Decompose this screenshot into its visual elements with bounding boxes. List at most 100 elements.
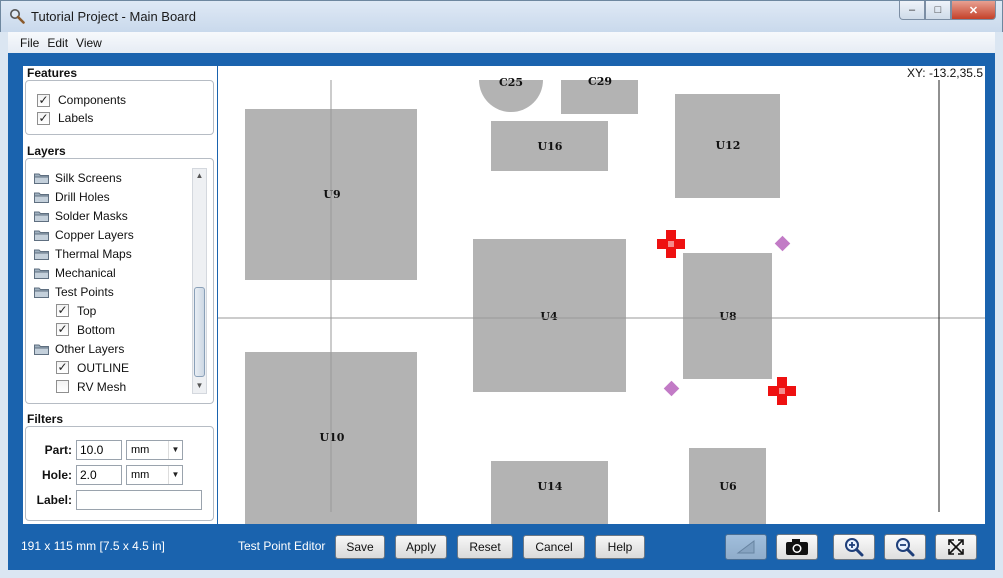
label-filter-row: Label: (26, 490, 202, 510)
layer-label: RV Mesh (77, 379, 127, 394)
layer-label: Other Layers (55, 341, 125, 356)
menu-view[interactable]: View (76, 36, 102, 50)
component-label: U16 (538, 140, 563, 153)
layers-scrollbar[interactable]: ▲ ▼ (192, 168, 207, 394)
board-canvas[interactable]: C25 C29 U16 U12 U9 U4 U8 U10 U14 U6 XY: … (218, 66, 985, 524)
zoom-out-icon (896, 538, 915, 557)
component-u14[interactable]: U14 (491, 461, 608, 524)
scroll-down-icon[interactable]: ▼ (193, 379, 206, 393)
part-unit-select[interactable]: mm ▼ (126, 440, 183, 460)
hole-unit-select[interactable]: mm ▼ (126, 465, 183, 485)
component-label: U10 (320, 431, 345, 444)
layers-title: Layers (27, 144, 66, 158)
component-u12[interactable]: U12 (675, 94, 780, 198)
folder-icon (34, 229, 49, 241)
folder-icon (34, 191, 49, 203)
component-u6[interactable]: U6 (689, 448, 766, 524)
save-button[interactable]: Save (335, 535, 385, 559)
components-checkbox-row[interactable]: ✓ Components (37, 93, 126, 107)
scrollbar-thumb[interactable] (194, 287, 205, 377)
folder-icon (34, 286, 49, 298)
part-filter-row: Part: mm ▼ (26, 440, 183, 460)
component-label: U9 (323, 188, 340, 201)
test-point-red-1[interactable] (657, 230, 685, 258)
ruler-button[interactable] (725, 534, 767, 560)
layer-checkbox-row[interactable]: RV Mesh (56, 377, 126, 396)
component-label: U8 (719, 310, 737, 323)
layer-label: Bottom (77, 322, 116, 337)
bottom-toolbar: 191 x 115 mm [7.5 x 4.5 in] Test Point E… (8, 525, 995, 570)
menu-bar: File Edit View (8, 32, 995, 53)
zoom-out-button[interactable] (884, 534, 926, 560)
layer-checkbox-row[interactable]: ✓ Bottom (56, 320, 115, 339)
component-c25[interactable]: C25 (479, 76, 543, 112)
chevron-down-icon[interactable]: ▼ (168, 441, 182, 459)
layer-label: Thermal Maps (55, 246, 132, 261)
menu-file[interactable]: File (20, 36, 39, 50)
zoom-in-button[interactable] (833, 534, 875, 560)
component-label: C25 (499, 76, 523, 89)
test-point-purple-1[interactable] (774, 235, 791, 252)
layer-folder-row[interactable]: Test Points (34, 282, 114, 301)
cancel-button[interactable]: Cancel (523, 535, 585, 559)
xy-coordinate-readout: XY: -13.2,35.5 (906, 66, 983, 80)
labels-checkbox[interactable]: ✓ (37, 111, 50, 125)
features-group: ✓ Components ✓ Labels (25, 80, 214, 135)
reset-button[interactable]: Reset (457, 535, 513, 559)
layer-checkbox-row[interactable]: ✓ Top (56, 301, 96, 320)
menu-edit[interactable]: Edit (47, 36, 68, 50)
layer-label: Top (77, 303, 97, 318)
component-label: U4 (540, 310, 558, 323)
layer-checkbox-row[interactable]: ✓ OUTLINE (56, 358, 129, 377)
minimize-button[interactable]: ‒ (899, 1, 925, 20)
layer-checkbox[interactable] (56, 380, 69, 393)
component-label: U6 (719, 480, 737, 493)
layer-folder-row[interactable]: Silk Screens (34, 168, 122, 187)
fit-to-view-icon (948, 539, 964, 555)
close-button[interactable]: ✕ (951, 1, 996, 20)
component-label: U14 (538, 480, 563, 493)
layer-label: Test Points (55, 284, 114, 299)
part-unit-value: mm (131, 444, 150, 456)
layer-folder-row[interactable]: Thermal Maps (34, 244, 132, 263)
help-button[interactable]: Help (595, 535, 645, 559)
layer-folder-row[interactable]: Other Layers (34, 339, 124, 358)
layer-label: OUTLINE (77, 360, 130, 375)
snapshot-button[interactable] (776, 534, 818, 560)
labels-checkbox-row[interactable]: ✓ Labels (37, 111, 93, 125)
board-view[interactable]: C25 C29 U16 U12 U9 U4 U8 U10 U14 U6 (218, 66, 985, 524)
hole-size-input[interactable] (76, 465, 122, 485)
component-u16[interactable]: U16 (491, 121, 608, 171)
restore-button[interactable]: □ (925, 1, 951, 20)
layer-label: Drill Holes (55, 189, 110, 204)
component-u4[interactable]: U4 (473, 239, 626, 392)
layer-folder-row[interactable]: Solder Masks (34, 206, 128, 225)
label-filter-input[interactable] (76, 490, 202, 510)
components-checkbox[interactable]: ✓ (37, 93, 50, 107)
component-c29[interactable]: C29 (561, 75, 638, 114)
test-point-purple-2[interactable] (663, 380, 680, 397)
close-icon: ✕ (968, 4, 979, 17)
part-size-input[interactable] (76, 440, 122, 460)
layer-folder-row[interactable]: Mechanical (34, 263, 116, 282)
layer-checkbox[interactable]: ✓ (56, 323, 69, 336)
folder-icon (34, 248, 49, 260)
folder-icon (34, 210, 49, 222)
labels-label: Labels (58, 111, 94, 125)
zoom-in-icon (845, 538, 864, 557)
apply-button[interactable]: Apply (395, 535, 447, 559)
minimize-icon: ‒ (908, 4, 916, 16)
folder-icon (34, 267, 49, 279)
fit-to-view-button[interactable] (935, 534, 977, 560)
ruler-icon (736, 540, 755, 554)
layer-checkbox[interactable]: ✓ (56, 361, 69, 374)
hole-label: Hole: (42, 468, 72, 482)
test-point-red-2[interactable] (768, 377, 796, 405)
component-u8[interactable]: U8 (683, 253, 772, 379)
scroll-up-icon[interactable]: ▲ (193, 169, 206, 183)
layer-folder-row[interactable]: Copper Layers (34, 225, 134, 244)
layer-folder-row[interactable]: Drill Holes (34, 187, 110, 206)
window-title: Tutorial Project - Main Board (31, 9, 196, 24)
layer-checkbox[interactable]: ✓ (56, 304, 69, 317)
chevron-down-icon[interactable]: ▼ (168, 466, 182, 484)
